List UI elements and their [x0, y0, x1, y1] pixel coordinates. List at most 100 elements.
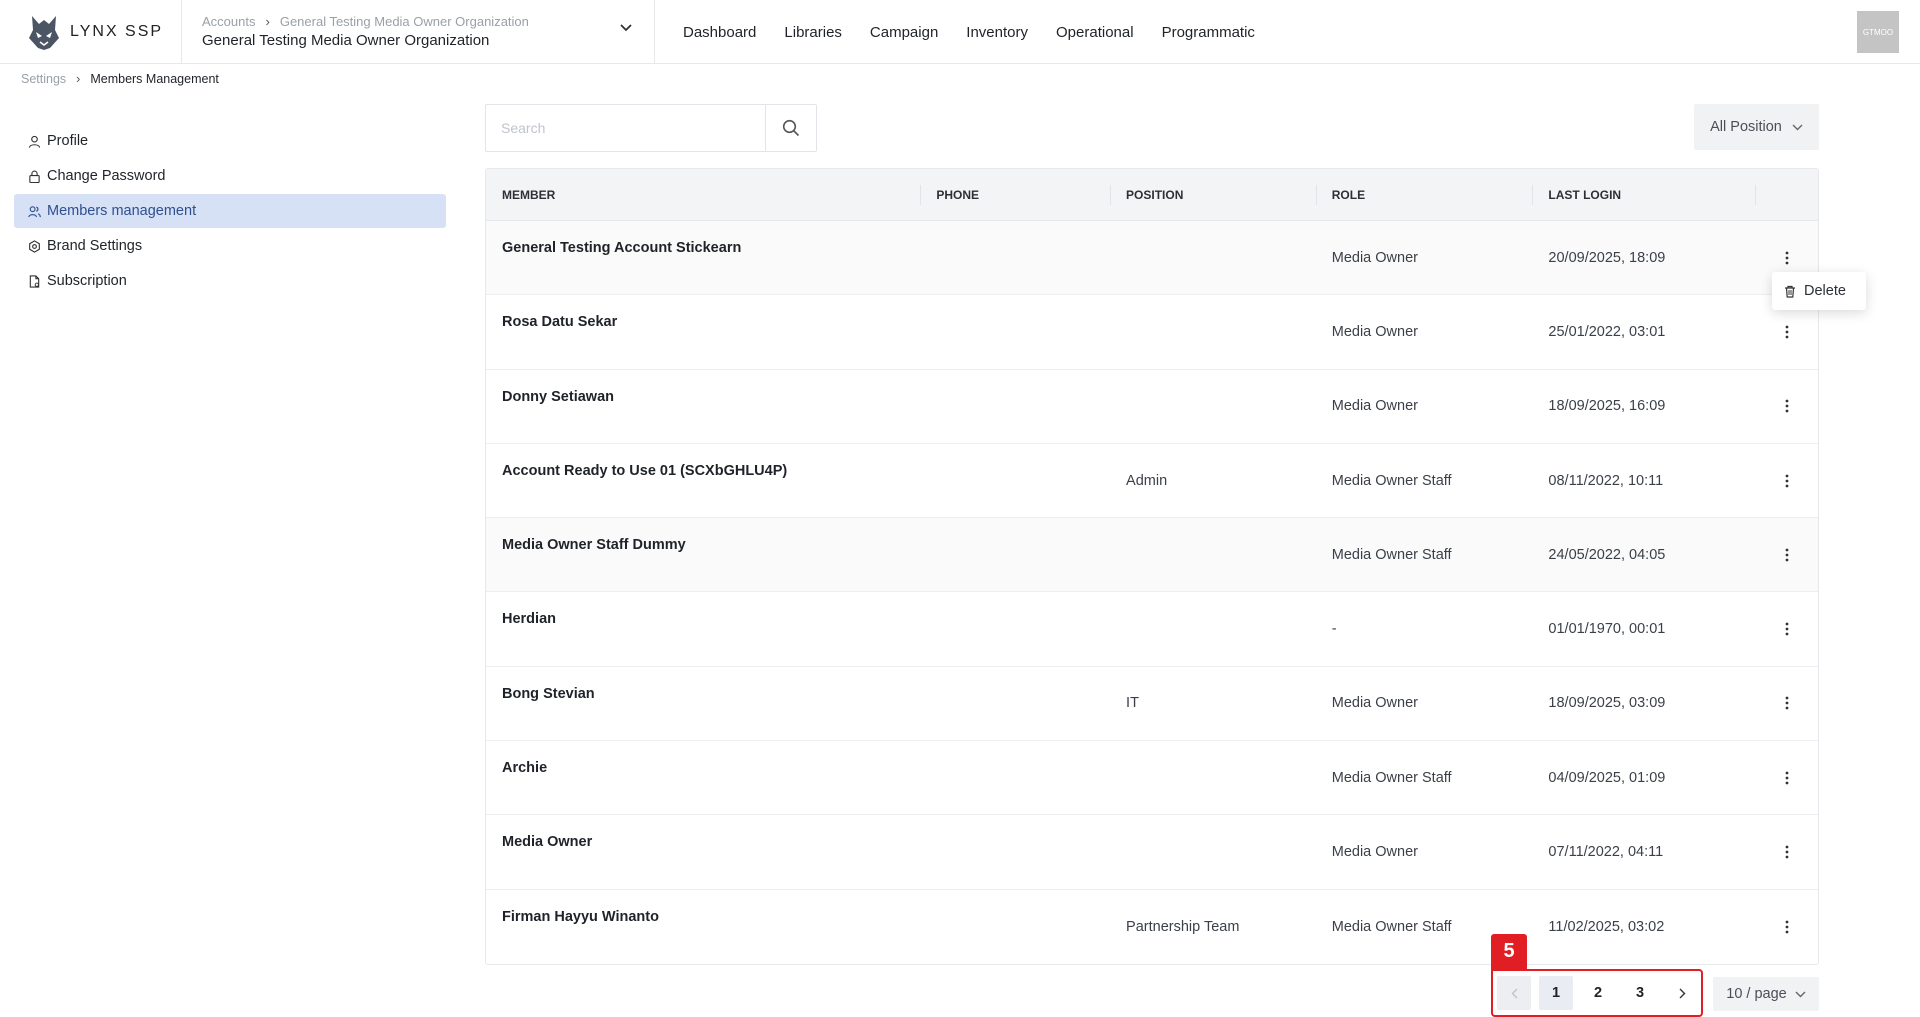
- breadcrumb: Settings › Members Management: [21, 72, 219, 86]
- table-row[interactable]: Herdian - 01/01/1970, 00:01: [486, 592, 1818, 667]
- lynx-logo-icon: [29, 16, 59, 50]
- org-switcher[interactable]: Accounts › General Testing Media Owner O…: [202, 14, 642, 49]
- column-phone: PHONE: [920, 169, 1110, 220]
- column-actions: [1755, 169, 1818, 220]
- pagination-next-button[interactable]: [1665, 976, 1699, 1010]
- phone-cell: [920, 370, 1110, 443]
- table-row[interactable]: Media Owner Staff Dummy Media Owner Staff…: [486, 518, 1818, 593]
- row-actions: [1755, 741, 1818, 814]
- last-login-cell: 20/09/2025, 18:09: [1548, 249, 1666, 266]
- last-login-cell: 11/02/2025, 03:02: [1548, 918, 1665, 935]
- member-name: Bong Stevian: [502, 685, 595, 702]
- role-cell: Media Owner: [1331, 249, 1418, 266]
- table-row[interactable]: Bong Stevian IT Media Owner 18/09/2025, 03:…: [486, 667, 1818, 742]
- nav-campaign[interactable]: Campaign: [870, 24, 938, 41]
- app-name: LYNX SSP: [70, 23, 164, 40]
- phone-cell: [920, 667, 1110, 740]
- last-login-cell: 18/09/2025, 16:09: [1548, 398, 1666, 415]
- pagination-page-2[interactable]: 2: [1581, 976, 1615, 1010]
- member-name: Rosa Datu Sekar: [502, 314, 618, 331]
- more-options-icon[interactable]: [1777, 693, 1797, 713]
- phone-cell: [920, 592, 1110, 665]
- phone-cell: [920, 815, 1110, 888]
- table-row[interactable]: Media Owner Media Owner 07/11/2022, 04:11: [486, 815, 1818, 890]
- phone-cell: [920, 890, 1110, 964]
- chevron-down-icon[interactable]: [616, 18, 636, 38]
- sidebar-item-change-password[interactable]: Change Password: [14, 159, 446, 193]
- step-marker-badge: 5: [1491, 934, 1527, 969]
- position-cell: [1110, 815, 1316, 888]
- org-crumb-current: General Testing Media Owner Organization: [279, 14, 529, 29]
- sidebar-item-members-management[interactable]: Members management: [14, 194, 446, 228]
- users-icon: [28, 205, 41, 217]
- column-role: ROLE: [1315, 169, 1533, 220]
- org-breadcrumb: Accounts › General Testing Media Owner O…: [202, 14, 642, 29]
- table-row[interactable]: Firman Hayyu Winanto Partnership Team Medi…: [486, 890, 1818, 964]
- members-table: MEMBER PHONE POSITION ROLE LAST LOGIN Ge…: [485, 168, 1819, 965]
- chevron-down-icon: [1792, 124, 1803, 130]
- pagination-prev-button[interactable]: [1497, 976, 1531, 1010]
- role-cell: Media Owner: [1331, 323, 1418, 340]
- row-actions: [1755, 444, 1818, 517]
- more-options-icon[interactable]: [1777, 248, 1797, 268]
- lock-icon: [29, 170, 40, 183]
- header-divider: [654, 0, 655, 64]
- table-row[interactable]: General Testing Account Stickearn Media O…: [486, 221, 1818, 296]
- more-options-icon[interactable]: [1777, 322, 1797, 342]
- breadcrumb-settings[interactable]: Settings: [21, 72, 66, 86]
- position-filter-select[interactable]: All Position: [1694, 104, 1819, 150]
- more-options-icon[interactable]: [1777, 545, 1797, 565]
- row-action-menu: Delete: [1772, 272, 1866, 310]
- settings-icon: [29, 239, 40, 253]
- member-name: Donny Setiawan: [502, 388, 614, 405]
- chevron-down-icon: [1795, 991, 1806, 997]
- column-member: MEMBER: [502, 187, 556, 202]
- sidebar-item-profile[interactable]: Profile: [14, 124, 446, 158]
- role-cell: Media Owner Staff: [1331, 546, 1452, 563]
- nav-dashboard[interactable]: Dashboard: [683, 24, 756, 41]
- more-options-icon[interactable]: [1777, 396, 1797, 416]
- search-button[interactable]: [765, 105, 816, 151]
- avatar[interactable]: GTMOO: [1857, 11, 1899, 53]
- table-row[interactable]: Account Ready to Use 01 (SCXbGHLU4P) Admi…: [486, 444, 1818, 519]
- last-login-cell: 18/09/2025, 03:09: [1548, 695, 1666, 712]
- delete-menu-item[interactable]: Delete: [1804, 283, 1846, 299]
- table-body: General Testing Account Stickearn Media O…: [486, 221, 1818, 964]
- position-cell: [1110, 295, 1316, 368]
- chevron-right-icon: ›: [76, 72, 81, 86]
- sidebar-item-brand-settings[interactable]: Brand Settings: [14, 229, 446, 263]
- nav-libraries[interactable]: Libraries: [784, 24, 842, 41]
- table-row[interactable]: Archie Media Owner Staff 04/09/2025, 01:09: [486, 741, 1818, 816]
- nav-programmatic[interactable]: Programmatic: [1162, 24, 1255, 41]
- more-options-icon[interactable]: [1777, 619, 1797, 639]
- more-options-icon[interactable]: [1777, 768, 1797, 788]
- nav-inventory[interactable]: Inventory: [966, 24, 1028, 41]
- position-cell: [1110, 370, 1316, 443]
- main-nav: Dashboard Libraries Campaign Inventory O…: [683, 0, 1255, 64]
- table-row[interactable]: Donny Setiawan Media Owner 18/09/2025, 16:…: [486, 370, 1818, 444]
- chevron-right-icon: [1679, 988, 1685, 998]
- nav-operational[interactable]: Operational: [1056, 24, 1134, 41]
- more-options-icon[interactable]: [1777, 471, 1797, 491]
- pagination-page-3[interactable]: 3: [1623, 976, 1657, 1010]
- app-logo[interactable]: LYNX SSP: [26, 12, 163, 52]
- position-cell: Admin: [1126, 472, 1168, 489]
- sidebar-item-subscription[interactable]: Subscription: [14, 264, 446, 298]
- search-input[interactable]: [486, 105, 765, 151]
- header-divider: [181, 0, 182, 64]
- phone-cell: [920, 444, 1110, 517]
- role-cell: Media Owner: [1331, 844, 1418, 861]
- sidebar-item-label: Subscription: [47, 273, 127, 289]
- position-cell: IT: [1126, 695, 1139, 712]
- position-filter-label: All Position: [1710, 119, 1782, 135]
- org-crumb-root[interactable]: Accounts: [202, 14, 255, 29]
- more-options-icon[interactable]: [1777, 917, 1797, 937]
- more-options-icon[interactable]: [1777, 842, 1797, 862]
- column-last-login: LAST LOGIN: [1532, 169, 1755, 220]
- table-row[interactable]: Rosa Datu Sekar Media Owner 25/01/2022, 03…: [486, 295, 1818, 370]
- page-size-select[interactable]: 10 / page: [1713, 977, 1819, 1011]
- pagination-page-1[interactable]: 1: [1539, 976, 1573, 1010]
- user-icon: [28, 135, 41, 148]
- member-name: Herdian: [502, 611, 556, 628]
- search-box: [485, 104, 817, 152]
